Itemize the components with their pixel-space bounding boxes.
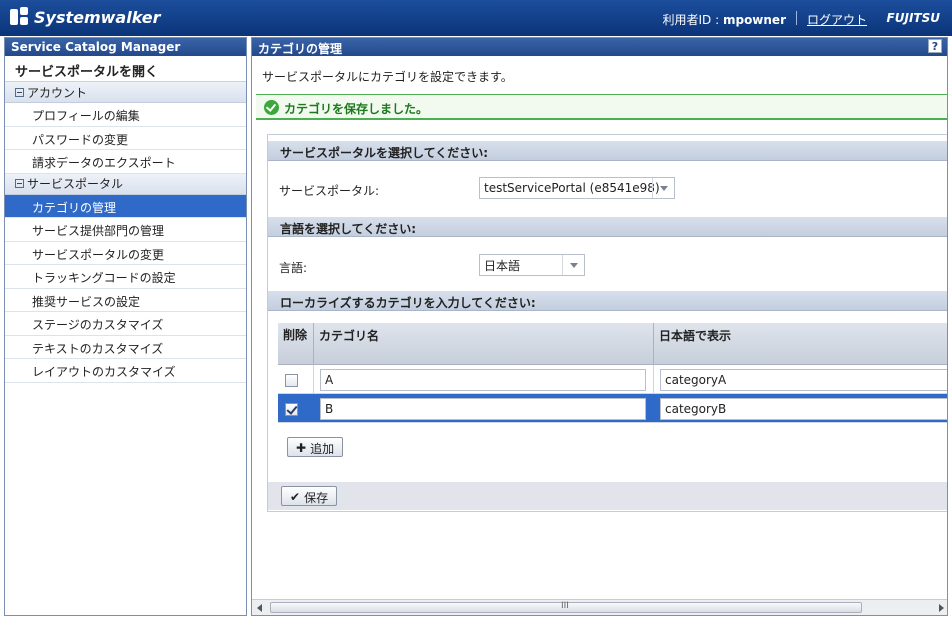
section-heading-language: 言語を選択してください: xyxy=(268,217,947,237)
table-row[interactable]: B categoryB xyxy=(278,394,947,423)
category-display-input[interactable]: categoryA xyxy=(660,369,947,391)
sidebar-item-tracking-code[interactable]: トラッキングコードの設定 xyxy=(5,265,246,289)
category-form: サービスポータルを選択してください: サービスポータル: testService… xyxy=(267,134,947,512)
delete-cell xyxy=(278,394,314,422)
sidebar-item-edit-portal[interactable]: サービスポータルの変更 xyxy=(5,242,246,265)
page-description: サービスポータルにカテゴリを設定できます。 xyxy=(262,70,513,84)
chevron-down-icon[interactable] xyxy=(652,178,674,198)
success-message: カテゴリを保存しました。 xyxy=(256,94,947,120)
user-name: mpowner xyxy=(722,13,786,27)
sidebar-group-label: アカウント xyxy=(27,85,88,100)
sidebar-item-manage-categories[interactable]: カテゴリの管理 xyxy=(5,194,246,218)
add-button-label: 追加 xyxy=(310,441,335,456)
category-name-input[interactable]: B xyxy=(320,398,646,420)
scroll-right-icon[interactable] xyxy=(939,604,944,612)
name-cell: B xyxy=(314,394,654,422)
scroll-left-icon[interactable] xyxy=(257,604,262,612)
checkmark-icon: ✔ xyxy=(290,490,301,504)
scrollbar-grip: III xyxy=(561,601,569,611)
collapse-icon[interactable] xyxy=(15,87,24,97)
sidebar-title: Service Catalog Manager xyxy=(5,38,246,56)
brand-logo: Systemwalker xyxy=(10,7,161,27)
column-category-name: カテゴリ名 xyxy=(314,323,654,364)
language-select-value: 日本語 xyxy=(484,258,521,273)
open-service-portal-link[interactable]: サービスポータルを開く xyxy=(5,56,246,82)
portal-select-value: testServicePortal (e8541e98) xyxy=(484,181,660,195)
brand-name: Systemwalker xyxy=(34,7,161,27)
category-display-input[interactable]: categoryB xyxy=(660,398,947,420)
category-table: 削除 カテゴリ名 日本語で表示 A categoryA B categoryB xyxy=(278,323,947,423)
scrollbar-thumb[interactable]: III xyxy=(270,601,862,613)
sidebar-item-customize-layout[interactable]: レイアウトのカスタマイズ xyxy=(5,359,246,383)
portal-label: サービスポータル: xyxy=(279,184,380,198)
sidebar-item-customize-text[interactable]: テキストのカスタマイズ xyxy=(5,336,246,359)
add-button[interactable]: ✚ 追加 xyxy=(287,437,344,457)
plus-icon: ✚ xyxy=(296,441,307,455)
section-heading-categories: ローカライズするカテゴリを入力してください: xyxy=(268,291,947,311)
portal-select[interactable]: testServicePortal (e8541e98) xyxy=(479,177,675,199)
save-button-label: 保存 xyxy=(304,490,329,505)
language-select[interactable]: 日本語 xyxy=(479,254,585,276)
check-circle-icon xyxy=(264,100,279,115)
collapse-icon[interactable] xyxy=(15,179,24,188)
chevron-down-icon[interactable] xyxy=(562,255,584,275)
column-display-japanese: 日本語で表示 xyxy=(659,329,732,343)
sidebar-item-customize-stage[interactable]: ステージのカスタマイズ xyxy=(5,312,246,336)
display-cell: categoryB xyxy=(654,394,947,422)
sidebar: Service Catalog Manager サービスポータルを開く アカウン… xyxy=(4,37,247,616)
sidebar-item-recommended-services[interactable]: 推奨サービスの設定 xyxy=(5,289,246,312)
sidebar-item-change-password[interactable]: パスワードの変更 xyxy=(5,127,246,150)
horizontal-scrollbar[interactable]: III xyxy=(252,599,947,615)
delete-cell xyxy=(278,365,314,393)
help-icon[interactable]: ? xyxy=(928,39,942,53)
logout-link[interactable]: ログアウト xyxy=(807,11,867,28)
fujitsu-logo: FUJITSU xyxy=(886,11,940,25)
sidebar-item-edit-profile[interactable]: プロフィールの編集 xyxy=(5,103,246,127)
page-title-text: カテゴリの管理 xyxy=(258,42,343,56)
systemwalker-icon xyxy=(10,7,30,27)
delete-checkbox[interactable] xyxy=(285,374,298,387)
name-cell: A xyxy=(314,365,654,393)
sidebar-group-label: サービスポータル xyxy=(27,177,124,191)
table-header: 削除 カテゴリ名 日本語で表示 xyxy=(278,323,947,365)
column-delete: 削除 xyxy=(278,323,314,364)
display-cell: categoryA xyxy=(654,365,947,393)
save-button[interactable]: ✔ 保存 xyxy=(281,486,338,506)
user-info: 利用者ID : mpowner xyxy=(663,11,786,28)
main-panel: カテゴリの管理 ? サービスポータルにカテゴリを設定できます。 カテゴリを保存し… xyxy=(251,37,948,616)
table-row[interactable]: A categoryA xyxy=(278,365,947,394)
delete-checkbox[interactable] xyxy=(285,403,298,416)
sidebar-group-account[interactable]: アカウント xyxy=(5,82,246,103)
save-bar: ✔ 保存 xyxy=(268,482,947,510)
top-bar: Systemwalker 利用者ID : mpowner ログアウト FUJIT… xyxy=(0,0,952,36)
page-title: カテゴリの管理 ? xyxy=(252,38,947,56)
language-label: 言語: xyxy=(279,261,308,275)
section-heading-portal: サービスポータルを選択してください: xyxy=(268,141,947,161)
success-text: カテゴリを保存しました。 xyxy=(284,102,429,116)
sidebar-item-manage-suppliers[interactable]: サービス提供部門の管理 xyxy=(5,218,246,242)
header-divider xyxy=(796,11,797,25)
sidebar-item-export-billing[interactable]: 請求データのエクスポート xyxy=(5,150,246,174)
category-name-input[interactable]: A xyxy=(320,369,646,391)
sidebar-group-service-portal[interactable]: サービスポータル xyxy=(5,173,246,195)
user-label: 利用者ID : xyxy=(662,13,723,27)
